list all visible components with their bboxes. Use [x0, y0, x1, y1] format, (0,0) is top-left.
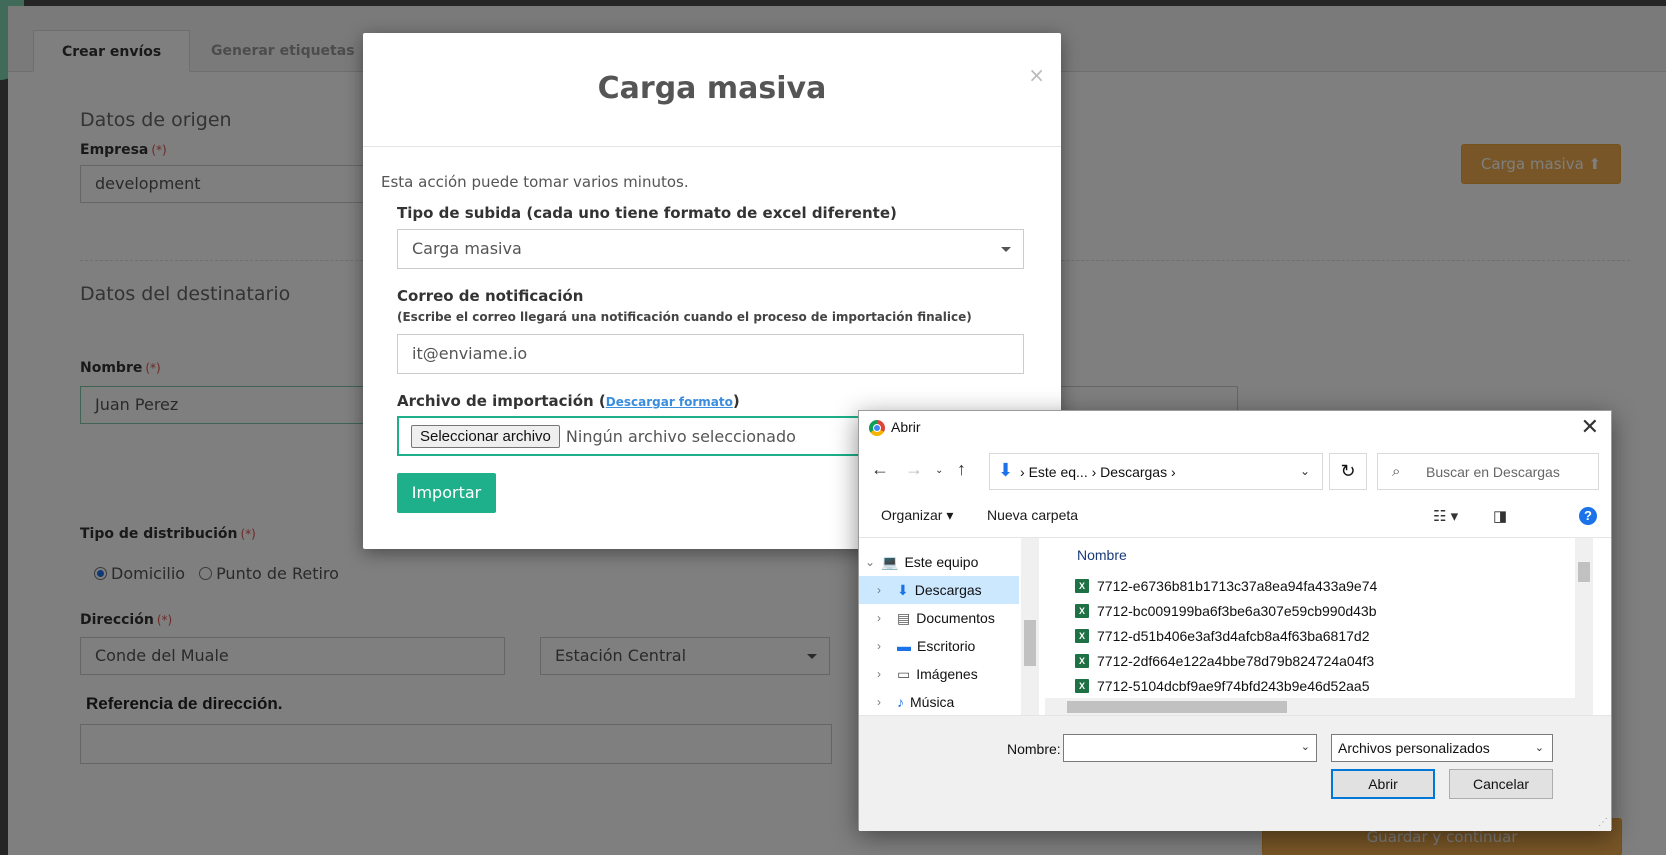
modal-note: Esta acción puede tomar varios minutos.: [381, 173, 689, 191]
tree-item-pictures[interactable]: › ▭ Imágenes: [859, 660, 1019, 688]
file-row[interactable]: X 7712-bc009199ba6f3be6a307e59cb990d43b: [1075, 599, 1377, 623]
address-path: › Este eq... › Descargas ›: [1020, 464, 1176, 480]
excel-file-icon: X: [1075, 604, 1089, 618]
chevron-down-icon[interactable]: ⌄: [1300, 464, 1310, 478]
download-format-link[interactable]: Descargar formato: [606, 395, 733, 409]
tree-scrollbar[interactable]: [1021, 538, 1039, 716]
search-placeholder: Buscar en Descargas: [1426, 464, 1560, 480]
file-type-select[interactable]: Archivos personalizados ⌄: [1331, 734, 1553, 762]
email-label: Correo de notificación: [397, 287, 584, 305]
scrollbar-thumb[interactable]: [1067, 701, 1287, 713]
up-arrow-icon[interactable]: ↑: [957, 459, 966, 480]
tree-item-this-pc[interactable]: ⌄ 💻 Este equipo: [859, 548, 1019, 576]
dialog-footer: Nombre: ⌄ Archivos personalizados ⌄ Abrir…: [859, 715, 1611, 831]
organize-menu[interactable]: Organizar ▾: [881, 507, 953, 524]
dialog-toolbar: Organizar ▾ Nueva carpeta ☷ ▾ ◨ ?: [859, 499, 1611, 535]
excel-file-icon: X: [1075, 654, 1089, 668]
download-folder-icon: ⬇: [897, 582, 909, 598]
vertical-scrollbar[interactable]: [1575, 538, 1593, 698]
address-bar[interactable]: ⬇ › Este eq... › Descargas › ⌄: [989, 453, 1323, 490]
file-list: Nombre X 7712-e6736b81b1713c37a8ea94fa433…: [1045, 538, 1593, 716]
download-folder-icon: ⬇: [998, 460, 1014, 480]
navigation-bar: ← → ⌄ ↑ ⬇ › Este eq... › Descargas › ⌄ ↻…: [859, 451, 1611, 491]
dialog-title: Abrir: [891, 419, 921, 435]
import-button[interactable]: Importar: [397, 473, 496, 513]
file-status: Ningún archivo seleccionado: [565, 426, 796, 446]
dialog-content: ⌄ 💻 Este equipo › ⬇ Descargas › ▤ Documentos ›…: [859, 537, 1611, 716]
refresh-icon[interactable]: ↻: [1329, 453, 1367, 490]
filename-label: Nombre:: [1007, 741, 1061, 757]
email-input[interactable]: it@enviame.io: [397, 334, 1024, 374]
chevron-right-icon: ›: [877, 667, 881, 681]
chevron-right-icon: ›: [877, 611, 881, 625]
modal-header: Carga masiva ×: [363, 33, 1061, 147]
tree-item-desktop[interactable]: › ▬ Escritorio: [859, 632, 1019, 660]
view-options-icon[interactable]: ☷ ▾: [1433, 507, 1458, 525]
pictures-icon: ▭: [897, 666, 911, 682]
upload-type-label: Tipo de subida (cada uno tiene formato d…: [397, 204, 897, 222]
filename-input[interactable]: ⌄: [1063, 734, 1317, 762]
close-icon[interactable]: ✕: [1581, 414, 1599, 440]
music-icon: ♪: [897, 694, 904, 710]
open-button[interactable]: Abrir: [1331, 769, 1435, 799]
chevron-right-icon: ›: [877, 583, 881, 597]
select-file-button[interactable]: Seleccionar archivo: [411, 424, 560, 448]
preview-pane-icon[interactable]: ◨: [1493, 507, 1507, 525]
dialog-titlebar: Abrir ✕: [859, 411, 1611, 443]
cancel-button[interactable]: Cancelar: [1449, 769, 1553, 799]
chevron-down-icon: ⌄: [865, 555, 876, 569]
chevron-right-icon: ›: [877, 695, 881, 709]
file-row[interactable]: X 7712-5104dcbf9ae9f74bfd243b9e46d52aa5: [1075, 674, 1370, 698]
search-icon: ⌕: [1392, 463, 1401, 480]
caret-down-icon: [1001, 247, 1011, 252]
help-icon[interactable]: ?: [1579, 507, 1597, 525]
email-hint: (Escribe el correo llegará una notificac…: [397, 310, 972, 324]
excel-file-icon: X: [1075, 629, 1089, 643]
column-header-name[interactable]: Nombre: [1077, 547, 1127, 563]
tree-item-music[interactable]: › ♪ Música: [859, 688, 1019, 716]
document-icon: ▤: [897, 610, 911, 626]
back-arrow-icon[interactable]: ←: [871, 459, 889, 480]
file-label: Archivo de importación (Descargar format…: [397, 392, 740, 410]
forward-arrow-icon[interactable]: →: [905, 459, 923, 480]
computer-icon: 💻: [881, 554, 899, 570]
chevron-down-icon[interactable]: ⌄: [1301, 740, 1310, 753]
excel-file-icon: X: [1075, 579, 1089, 593]
chevron-down-icon: ⌄: [1534, 742, 1544, 754]
scrollbar-thumb[interactable]: [1024, 620, 1036, 666]
excel-file-icon: X: [1075, 679, 1089, 693]
file-row[interactable]: X 7712-d51b406e3af3d4afcb8a4f63ba6817d2: [1075, 624, 1370, 648]
file-row[interactable]: X 7712-2df664e122a4bbe78d79b824724a04f3: [1075, 649, 1374, 673]
chrome-icon: [869, 420, 885, 436]
file-row[interactable]: X 7712-e6736b81b1713c37a8ea94fa433a9e74: [1075, 574, 1377, 598]
upload-type-select[interactable]: Carga masiva: [397, 229, 1024, 269]
resize-grip-icon[interactable]: ⋰: [1598, 817, 1608, 828]
recent-chevron-icon[interactable]: ⌄: [935, 465, 943, 476]
search-input[interactable]: ⌕ Buscar en Descargas: [1377, 453, 1599, 490]
folder-tree: ⌄ 💻 Este equipo › ⬇ Descargas › ▤ Documentos ›…: [859, 538, 1045, 716]
chevron-right-icon: ›: [877, 639, 881, 653]
tree-item-documents[interactable]: › ▤ Documentos: [859, 604, 1019, 632]
tree-item-downloads[interactable]: › ⬇ Descargas: [859, 576, 1019, 604]
desktop-icon: ▬: [897, 638, 911, 654]
horizontal-scrollbar[interactable]: [1045, 698, 1593, 716]
modal-title: Carga masiva: [597, 71, 827, 106]
open-file-dialog: Abrir ✕ ← → ⌄ ↑ ⬇ › Este eq... › Descarg…: [858, 410, 1612, 831]
new-folder-button[interactable]: Nueva carpeta: [987, 507, 1078, 523]
scrollbar-thumb[interactable]: [1578, 562, 1590, 582]
close-icon[interactable]: ×: [1028, 63, 1045, 87]
